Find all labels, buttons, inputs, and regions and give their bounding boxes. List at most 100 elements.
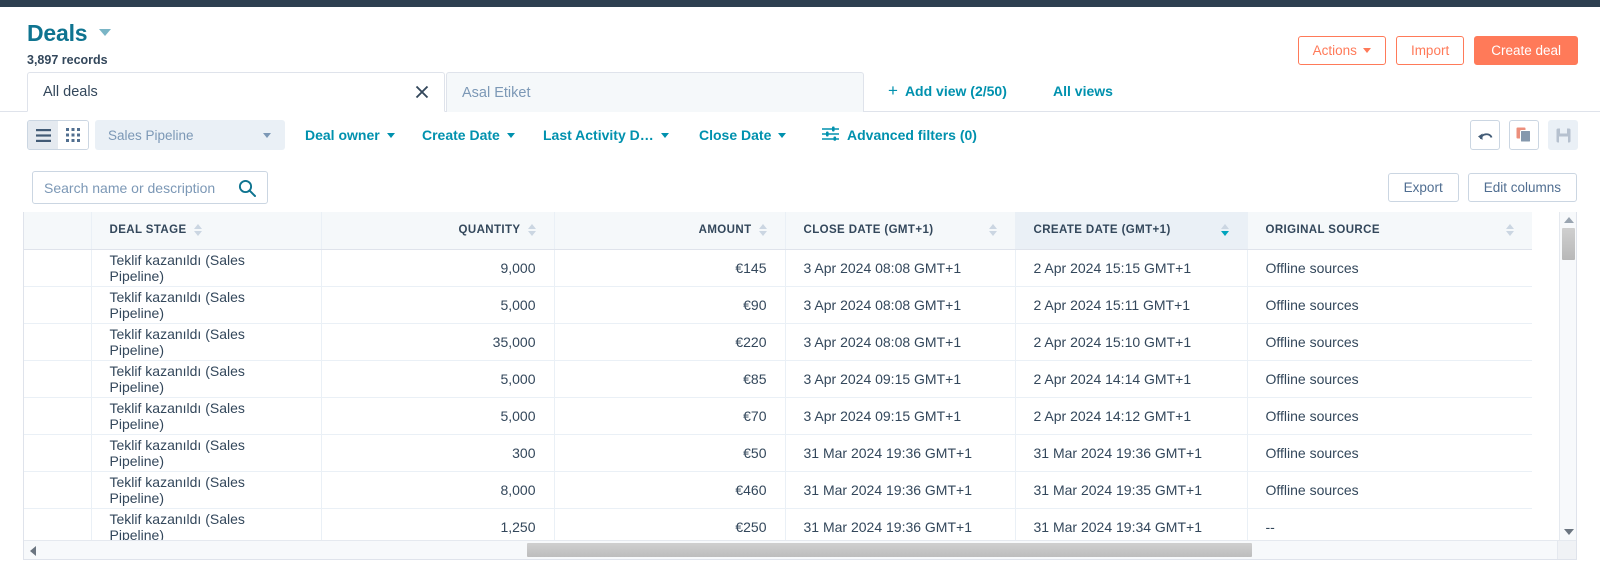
table-row[interactable]: Teklif kazanıldı (Sales Pipeline) 5,000 … bbox=[24, 286, 1532, 324]
chevron-down-icon[interactable] bbox=[98, 29, 111, 36]
row-checkbox[interactable] bbox=[24, 249, 92, 287]
scroll-up-arrow-icon[interactable] bbox=[1564, 217, 1574, 223]
sort-icon[interactable] bbox=[988, 224, 997, 237]
cell-quantity: 300 bbox=[321, 434, 555, 472]
tab-asal-etiket-label: Asal Etiket bbox=[462, 84, 531, 101]
filter-create-date[interactable]: Create Date bbox=[422, 127, 515, 143]
create-deal-button[interactable]: Create deal bbox=[1474, 36, 1578, 65]
column-header-deal-stage[interactable]: DEAL STAGE bbox=[91, 212, 322, 250]
edit-columns-button[interactable]: Edit columns bbox=[1467, 173, 1577, 202]
search-box[interactable] bbox=[32, 171, 268, 204]
page-title-group[interactable]: Deals bbox=[27, 20, 111, 47]
cell-close-date: 31 Mar 2024 19:36 GMT+1 bbox=[785, 471, 1016, 509]
cell-amount: €90 bbox=[554, 286, 786, 324]
pipeline-dropdown[interactable]: Sales Pipeline bbox=[95, 120, 285, 150]
search-input[interactable] bbox=[44, 179, 219, 196]
cell-close-date: 3 Apr 2024 08:08 GMT+1 bbox=[785, 249, 1016, 287]
all-views-link[interactable]: All views bbox=[1053, 83, 1113, 99]
view-mode-toggle bbox=[27, 120, 89, 150]
filter-close-date-label: Close Date bbox=[699, 127, 772, 143]
row-checkbox[interactable] bbox=[24, 471, 92, 509]
import-button[interactable]: Import bbox=[1395, 36, 1465, 65]
actions-button[interactable]: Actions bbox=[1297, 36, 1386, 65]
table-header-row: DEAL STAGE QUANTITY AMOUNT CLOSE DATE (G… bbox=[24, 212, 1532, 250]
page-header: Deals 3,897 records Actions Import Creat… bbox=[0, 7, 1600, 72]
table-body: Teklif kazanıldı (Sales Pipeline) 9,000 … bbox=[24, 249, 1532, 540]
chevron-down-icon bbox=[263, 133, 271, 138]
horizontal-scrollbar[interactable] bbox=[24, 540, 1576, 559]
horizontal-scroll-thumb[interactable] bbox=[527, 543, 1252, 557]
sort-icon[interactable] bbox=[1505, 224, 1514, 237]
cell-deal-stage: Teklif kazanıldı (Sales Pipeline) bbox=[91, 508, 322, 540]
filter-deal-owner[interactable]: Deal owner bbox=[305, 127, 395, 143]
cell-original-source: Offline sources bbox=[1247, 471, 1532, 509]
row-checkbox[interactable] bbox=[24, 323, 92, 361]
plus-icon: + bbox=[888, 81, 898, 100]
table-row[interactable]: Teklif kazanıldı (Sales Pipeline) 5,000 … bbox=[24, 397, 1532, 435]
tab-asal-etiket[interactable]: Asal Etiket bbox=[446, 72, 864, 112]
scroll-left-arrow-icon[interactable] bbox=[30, 546, 36, 556]
filter-last-activity-date[interactable]: Last Activity D… bbox=[543, 127, 669, 143]
row-checkbox[interactable] bbox=[24, 508, 92, 540]
column-header-create-date[interactable]: CREATE DATE (GMT+1) bbox=[1015, 212, 1248, 250]
row-checkbox[interactable] bbox=[24, 286, 92, 324]
column-header-close-date[interactable]: CLOSE DATE (GMT+1) bbox=[785, 212, 1016, 250]
close-icon[interactable] bbox=[414, 84, 430, 100]
vertical-scroll-thumb[interactable] bbox=[1562, 228, 1575, 260]
deals-app-window: Deals 3,897 records Actions Import Creat… bbox=[0, 0, 1600, 580]
cell-amount: €460 bbox=[554, 471, 786, 509]
column-header-close-date-label: CLOSE DATE (GMT+1) bbox=[803, 224, 934, 237]
cell-create-date: 31 Mar 2024 19:36 GMT+1 bbox=[1015, 434, 1248, 472]
search-row: Export Edit columns bbox=[0, 165, 1600, 212]
table-row[interactable]: Teklif kazanıldı (Sales Pipeline) 300 €5… bbox=[24, 434, 1532, 472]
sort-icon-active[interactable] bbox=[1220, 224, 1229, 237]
column-header-original-source[interactable]: ORIGINAL SOURCE bbox=[1247, 212, 1532, 250]
filter-last-activity-date-label: Last Activity D… bbox=[543, 127, 654, 143]
cell-amount: €50 bbox=[554, 434, 786, 472]
cell-quantity: 8,000 bbox=[321, 471, 555, 509]
vertical-scrollbar[interactable] bbox=[1559, 212, 1576, 540]
row-checkbox[interactable] bbox=[24, 397, 92, 435]
cell-deal-stage: Teklif kazanıldı (Sales Pipeline) bbox=[91, 471, 322, 509]
table-row[interactable]: Teklif kazanıldı (Sales Pipeline) 5,000 … bbox=[24, 360, 1532, 398]
list-view-icon[interactable] bbox=[28, 121, 58, 149]
table-row[interactable]: Teklif kazanıldı (Sales Pipeline) 8,000 … bbox=[24, 471, 1532, 509]
table-row[interactable]: Teklif kazanıldı (Sales Pipeline) 1,250 … bbox=[24, 508, 1532, 540]
table-row[interactable]: Teklif kazanıldı (Sales Pipeline) 9,000 … bbox=[24, 249, 1532, 287]
actions-button-label: Actions bbox=[1312, 43, 1357, 58]
scroll-down-arrow-icon[interactable] bbox=[1564, 529, 1574, 535]
cell-original-source: Offline sources bbox=[1247, 434, 1532, 472]
cell-original-source: Offline sources bbox=[1247, 249, 1532, 287]
undo-icon[interactable] bbox=[1470, 120, 1500, 150]
table-row[interactable]: Teklif kazanıldı (Sales Pipeline) 35,000… bbox=[24, 323, 1532, 361]
sort-icon[interactable] bbox=[527, 224, 536, 237]
add-view-button[interactable]: + Add view (2/50) bbox=[888, 81, 1007, 100]
add-view-label: Add view (2/50) bbox=[904, 83, 1007, 99]
cell-deal-stage: Teklif kazanıldı (Sales Pipeline) bbox=[91, 360, 322, 398]
search-icon[interactable] bbox=[238, 179, 256, 202]
column-header-checkbox[interactable] bbox=[24, 212, 92, 250]
cell-create-date: 2 Apr 2024 14:12 GMT+1 bbox=[1015, 397, 1248, 435]
view-tab-bar: All deals Asal Etiket + Add view (2/50) … bbox=[0, 72, 1600, 112]
column-header-amount-label: AMOUNT bbox=[698, 224, 752, 237]
tab-all-deals[interactable]: All deals bbox=[27, 72, 445, 112]
column-header-amount[interactable]: AMOUNT bbox=[554, 212, 786, 250]
sort-icon[interactable] bbox=[193, 224, 202, 237]
cell-close-date: 31 Mar 2024 19:36 GMT+1 bbox=[785, 434, 1016, 472]
sort-icon[interactable] bbox=[758, 224, 767, 237]
save-icon bbox=[1548, 120, 1578, 150]
column-header-quantity[interactable]: QUANTITY bbox=[321, 212, 555, 250]
page-title[interactable]: Deals bbox=[27, 20, 88, 47]
advanced-filters-button[interactable]: Advanced filters (0) bbox=[822, 126, 977, 144]
filter-create-date-label: Create Date bbox=[422, 127, 500, 143]
cell-create-date: 2 Apr 2024 15:15 GMT+1 bbox=[1015, 249, 1248, 287]
filter-close-date[interactable]: Close Date bbox=[699, 127, 787, 143]
cell-deal-stage: Teklif kazanıldı (Sales Pipeline) bbox=[91, 286, 322, 324]
board-view-icon[interactable] bbox=[58, 121, 88, 149]
row-checkbox[interactable] bbox=[24, 434, 92, 472]
filter-history-actions bbox=[1470, 120, 1578, 150]
row-checkbox[interactable] bbox=[24, 360, 92, 398]
export-button[interactable]: Export bbox=[1387, 173, 1459, 202]
clone-icon[interactable] bbox=[1509, 120, 1539, 150]
cell-quantity: 35,000 bbox=[321, 323, 555, 361]
